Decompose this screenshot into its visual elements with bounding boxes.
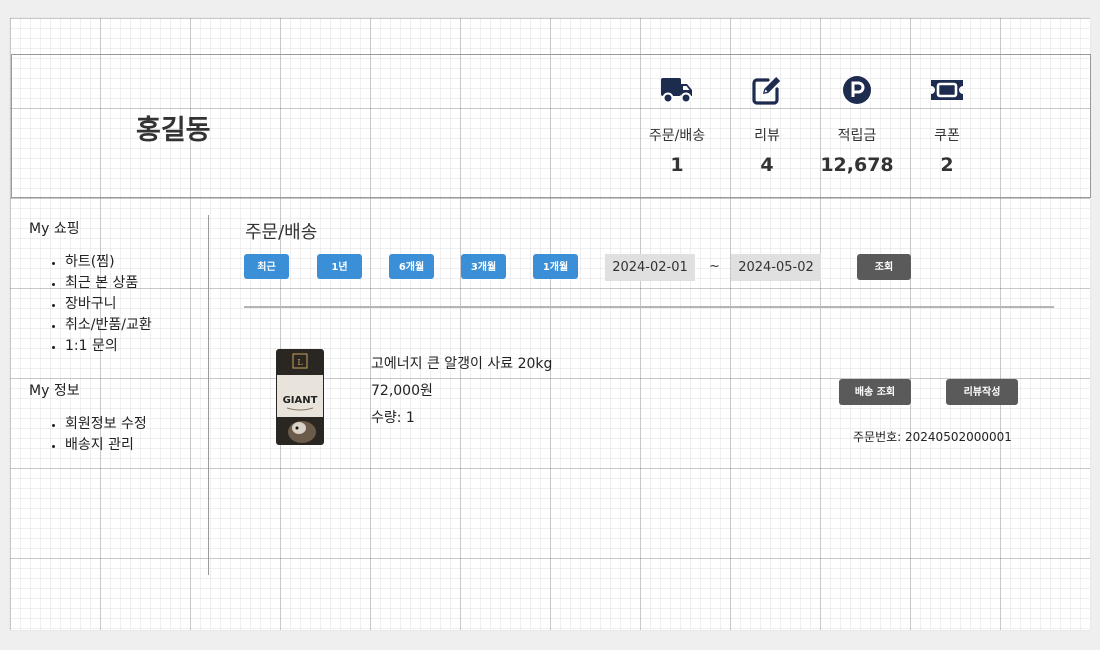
date-to-input[interactable] [731, 254, 821, 281]
sidebar-item-returns[interactable]: 취소/반품/교환 [65, 315, 152, 336]
stat-orders[interactable]: 주문/배송 1 [637, 72, 717, 176]
stat-label: 쿠폰 [934, 128, 960, 144]
ticket-icon [907, 72, 987, 108]
stat-value: 1 [670, 154, 684, 176]
user-name: 홍길동 [136, 115, 211, 146]
product-quantity: 수량: 1 [371, 410, 415, 426]
point-icon [817, 72, 897, 108]
product-image[interactable]: L GIANT [275, 348, 325, 446]
period-button-1year[interactable]: 1년 [317, 254, 362, 279]
stat-coupons[interactable]: 쿠폰 2 [907, 72, 987, 176]
svg-text:L: L [297, 358, 303, 367]
truck-icon [637, 72, 717, 108]
stat-reviews[interactable]: 리뷰 4 [727, 72, 807, 176]
stat-label: 리뷰 [754, 128, 780, 144]
period-button-6months[interactable]: 6개월 [389, 254, 434, 279]
stat-value: 2 [940, 154, 954, 176]
stat-value: 4 [760, 154, 774, 176]
order-number: 주문번호: 20240502000001 [853, 430, 1012, 444]
track-delivery-button[interactable]: 배송 조회 [839, 379, 911, 405]
sidebar-list-info: 회원정보 수정 배송지 관리 [29, 414, 147, 456]
sidebar-list-shopping: 하트(찜) 최근 본 상품 장바구니 취소/반품/교환 1:1 문의 [29, 252, 152, 357]
period-button-1month[interactable]: 1개월 [533, 254, 578, 279]
stat-points[interactable]: 적립금 12,678 [817, 72, 897, 176]
section-title: 주문/배송 [245, 222, 318, 243]
sidebar-item-addresses[interactable]: 배송지 관리 [65, 435, 147, 456]
product-price: 72,000원 [371, 383, 433, 399]
divider [244, 306, 1054, 308]
search-button[interactable]: 조회 [857, 254, 911, 280]
edit-icon [727, 72, 807, 108]
sidebar-item-edit-profile[interactable]: 회원정보 수정 [65, 414, 147, 435]
period-button-recent[interactable]: 최근 [244, 254, 289, 279]
sidebar-item-recent[interactable]: 최근 본 상품 [65, 273, 152, 294]
product-image-label: GIANT [283, 395, 318, 406]
date-from-input[interactable] [605, 254, 695, 281]
sidebar-item-inquiry[interactable]: 1:1 문의 [65, 336, 152, 357]
stat-label: 주문/배송 [648, 128, 706, 144]
sidebar-item-wishlist[interactable]: 하트(찜) [65, 252, 152, 273]
date-separator: ~ [709, 259, 720, 274]
sidebar-item-cart[interactable]: 장바구니 [65, 294, 152, 315]
product-name[interactable]: 고에너지 큰 알갱이 사료 20kg [371, 353, 552, 373]
write-review-button[interactable]: 리뷰작성 [946, 379, 1018, 405]
sidebar-title-shopping: My 쇼핑 [29, 221, 80, 237]
sidebar-divider [208, 215, 209, 575]
stat-value: 12,678 [820, 154, 894, 176]
stat-label: 적립금 [837, 128, 877, 144]
sidebar-title-info: My 정보 [29, 383, 80, 399]
period-button-3months[interactable]: 3개월 [461, 254, 506, 279]
